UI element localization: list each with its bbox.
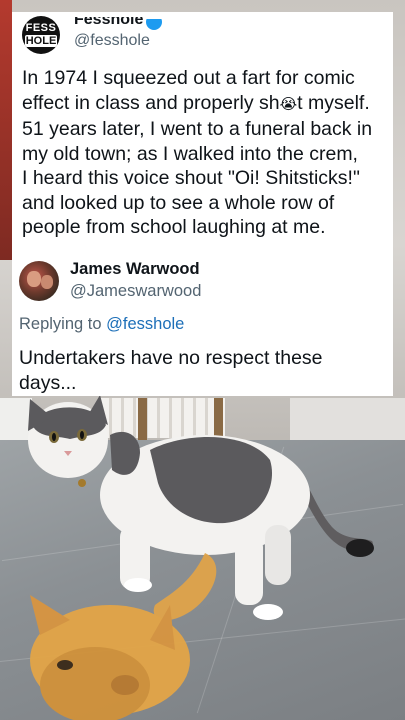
original-tweet-header: FESS HOLE Fesshole @fesshole [22, 12, 382, 56]
original-display-name[interactable]: Fesshole [74, 17, 143, 29]
avatar-text-line1: FESS [25, 22, 57, 34]
replying-to-prefix: Replying to [19, 315, 107, 333]
cats-illustration [28, 395, 374, 720]
crying-face-emoji-icon: 😭 [279, 95, 298, 113]
tweet-card: FESS HOLE Fesshole @fesshole In 1974 I s… [12, 12, 393, 396]
avatar-text-line2: HOLE [25, 35, 57, 47]
verified-badge-icon [146, 19, 162, 30]
fesshole-avatar[interactable]: FESS HOLE [22, 16, 60, 54]
james-warwood-avatar[interactable] [19, 261, 59, 301]
reply-display-name[interactable]: James Warwood [70, 260, 200, 279]
replying-to-line: Replying to @fesshole [19, 315, 184, 334]
reply-text: Undertakers have no respect these days..… [19, 347, 323, 394]
reply-handle[interactable]: @Jameswarwood [70, 282, 201, 301]
red-object [0, 0, 12, 260]
replying-to-handle-link[interactable]: @fesshole [106, 315, 184, 333]
original-tweet-text: In 1974 I squeezed out a fart for comic … [22, 66, 388, 240]
original-handle[interactable]: @fesshole [74, 32, 150, 50]
